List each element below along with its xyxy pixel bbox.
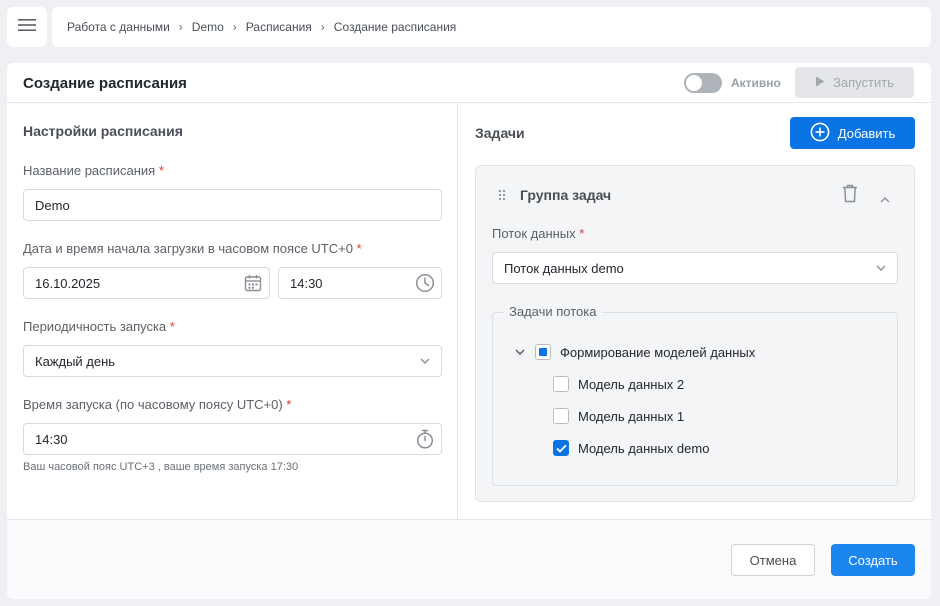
start-time-value: 14:30 <box>290 275 323 291</box>
period-value: Каждый день <box>35 353 116 369</box>
clock-icon[interactable] <box>415 273 435 293</box>
task-group: Группа задач Поток данных * Поток данных… <box>475 165 915 502</box>
flow-tasks-fieldset: Задачи потока Формирование моделей данны… <box>492 304 898 486</box>
breadcrumb-item-schedules[interactable]: Расписания <box>246 20 312 34</box>
tree-row-parent: Формирование моделей данных <box>515 344 755 360</box>
tree-row-child: Модель данных demo <box>553 440 709 456</box>
trash-icon[interactable] <box>842 184 858 208</box>
breadcrumb-separator: › <box>178 20 183 34</box>
name-field-label: Название расписания * <box>23 163 164 178</box>
start-date-value: 16.10.2025 <box>35 275 101 291</box>
run-button-label: Запустить <box>833 75 894 90</box>
breadcrumb-item-demo[interactable]: Demo <box>192 20 224 34</box>
indeterminate-mark <box>539 348 547 356</box>
schedule-name-value: Demo <box>35 197 70 213</box>
breadcrumb-item-data-work[interactable]: Работа с данными <box>67 20 170 34</box>
child-checkbox-model-1[interactable] <box>553 408 569 424</box>
launch-time-value: 14:30 <box>35 431 68 447</box>
task-group-title: Группа задач <box>520 187 612 203</box>
card-header: Создание расписания Активно Запустить <box>7 63 931 103</box>
drag-handle-icon[interactable] <box>498 188 506 206</box>
datetime-field-label: Дата и время начала загрузки в часовом п… <box>23 241 362 256</box>
flow-field-label: Поток данных * <box>492 226 584 241</box>
page-title: Создание расписания <box>23 75 187 92</box>
tasks-panel: Задачи Добавить Группа задач Поток данны… <box>459 103 931 519</box>
tree-row-child: Модель данных 1 <box>553 408 684 424</box>
child-task-label: Модель данных demo <box>578 440 710 456</box>
add-task-button[interactable]: Добавить <box>790 117 915 149</box>
create-button[interactable]: Создать <box>831 544 915 576</box>
launch-time-field-label: Время запуска (по часовому поясу UTC+0) … <box>23 397 291 412</box>
schedule-settings-panel: Настройки расписания Название расписания… <box>7 103 458 519</box>
breadcrumb-separator: › <box>320 20 325 34</box>
active-toggle[interactable] <box>684 73 722 93</box>
menu-button[interactable] <box>7 7 47 47</box>
data-flow-select[interactable]: Поток данных demo <box>492 252 898 284</box>
chevron-up-icon[interactable] <box>880 190 890 208</box>
breadcrumb-item-create-schedule: Создание расписания <box>333 20 457 34</box>
chevron-down-icon <box>871 258 891 278</box>
child-checkbox-model-demo[interactable] <box>553 440 569 456</box>
hamburger-icon <box>18 18 36 37</box>
parent-checkbox[interactable] <box>535 344 551 360</box>
parent-task-label: Формирование моделей данных <box>560 344 756 360</box>
play-icon <box>815 75 825 90</box>
child-checkbox-model-2[interactable] <box>553 376 569 392</box>
toggle-knob <box>686 75 702 91</box>
name-label-text: Название расписания <box>23 163 156 178</box>
period-field-label: Периодичность запуска * <box>23 319 175 334</box>
period-label-text: Периодичность запуска <box>23 319 167 334</box>
launch-time-input[interactable]: 14:30 <box>23 423 442 455</box>
active-toggle-label: Активно <box>731 76 781 90</box>
check-icon <box>555 444 567 453</box>
flow-tasks-legend: Задачи потока <box>503 304 603 319</box>
tasks-section-title: Задачи <box>475 125 525 141</box>
timezone-hint: Ваш часовой пояс UTC+3 , ваше время запу… <box>23 461 299 473</box>
form-footer: Отмена Создать <box>7 519 931 599</box>
period-select[interactable]: Каждый день <box>23 345 442 377</box>
flow-label-text: Поток данных <box>492 226 576 241</box>
run-button[interactable]: Запустить <box>795 67 914 98</box>
breadcrumb: Работа с данными › Demo › Расписания › С… <box>52 7 931 47</box>
required-mark: * <box>286 397 292 412</box>
datetime-label-text: Дата и время начала загрузки в часовом п… <box>23 241 353 256</box>
start-time-input[interactable]: 14:30 <box>278 267 442 299</box>
child-task-label: Модель данных 1 <box>578 408 685 424</box>
calendar-icon[interactable] <box>243 273 263 293</box>
required-mark: * <box>356 241 362 256</box>
tree-row-child: Модель данных 2 <box>553 376 684 392</box>
settings-section-title: Настройки расписания <box>23 123 183 139</box>
required-mark: * <box>579 226 585 241</box>
child-task-label: Модель данных 2 <box>578 376 685 392</box>
chevron-down-icon[interactable] <box>515 349 527 355</box>
stopwatch-icon[interactable] <box>415 429 435 449</box>
schedule-card: Создание расписания Активно Запустить На… <box>7 63 931 599</box>
plus-circle-icon <box>810 122 830 145</box>
breadcrumb-separator: › <box>232 20 237 34</box>
required-mark: * <box>158 163 164 178</box>
chevron-down-icon <box>415 351 435 371</box>
launch-time-label-text: Время запуска (по часовому поясу UTC+0) <box>23 397 283 412</box>
schedule-name-input[interactable]: Demo <box>23 189 442 221</box>
required-mark: * <box>169 319 175 334</box>
data-flow-value: Поток данных demo <box>504 260 624 276</box>
start-date-input[interactable]: 16.10.2025 <box>23 267 270 299</box>
add-task-label: Добавить <box>837 125 896 141</box>
cancel-button[interactable]: Отмена <box>731 544 815 576</box>
